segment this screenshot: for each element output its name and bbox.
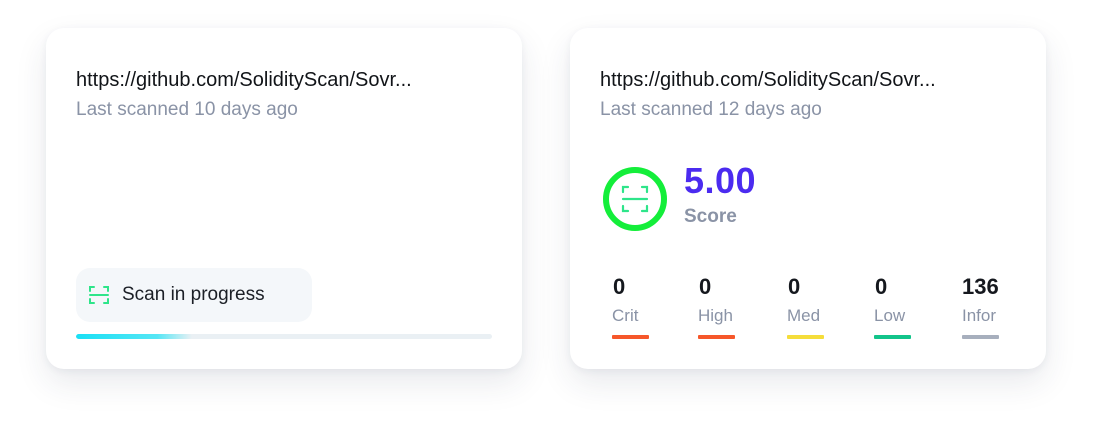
scan-progress-fill — [76, 334, 193, 339]
score-label: Score — [684, 206, 737, 227]
severity-critical: 0 Crit — [600, 274, 652, 339]
severity-label: High — [698, 306, 733, 325]
severity-bar — [698, 335, 735, 339]
severity-count: 0 — [788, 274, 801, 299]
severity-label: Crit — [612, 306, 639, 325]
scan-frame-icon — [89, 286, 109, 304]
severity-high: 0 High — [686, 274, 738, 339]
severity-medium: 0 Med — [775, 274, 827, 339]
severity-informational: 136 Infor — [950, 274, 1002, 339]
score-ring — [603, 167, 667, 231]
severity-bar — [612, 335, 649, 339]
scan-status-label: Scan in progress — [122, 284, 265, 305]
score-value: 5.00 — [684, 160, 757, 201]
scan-card-score[interactable]: https://github.com/SolidityScan/Sovr... … — [570, 28, 1046, 369]
severity-bar — [962, 335, 999, 339]
scan-frame-icon — [621, 185, 649, 213]
severity-label: Infor — [962, 306, 997, 325]
severity-summary: 0 Crit 0 High 0 Med 0 Low 136 Infor — [600, 274, 1016, 344]
scan-progress-bar — [76, 334, 492, 339]
scan-status-pill: Scan in progress — [76, 268, 312, 322]
severity-bar — [874, 335, 911, 339]
severity-label: Low — [874, 306, 906, 325]
repo-url[interactable]: https://github.com/SolidityScan/Sovr... — [76, 69, 496, 92]
repo-url[interactable]: https://github.com/SolidityScan/Sovr... — [600, 69, 1020, 92]
severity-label: Med — [787, 306, 821, 325]
severity-bar — [787, 335, 824, 339]
scan-card-in-progress[interactable]: https://github.com/SolidityScan/Sovr... … — [46, 28, 522, 369]
severity-count: 0 — [699, 274, 712, 299]
severity-count: 0 — [613, 274, 626, 299]
severity-count: 0 — [875, 274, 888, 299]
last-scanned-text: Last scanned 10 days ago — [76, 99, 298, 120]
severity-low: 0 Low — [862, 274, 914, 339]
severity-count: 136 — [962, 274, 999, 299]
last-scanned-text: Last scanned 12 days ago — [600, 99, 822, 120]
